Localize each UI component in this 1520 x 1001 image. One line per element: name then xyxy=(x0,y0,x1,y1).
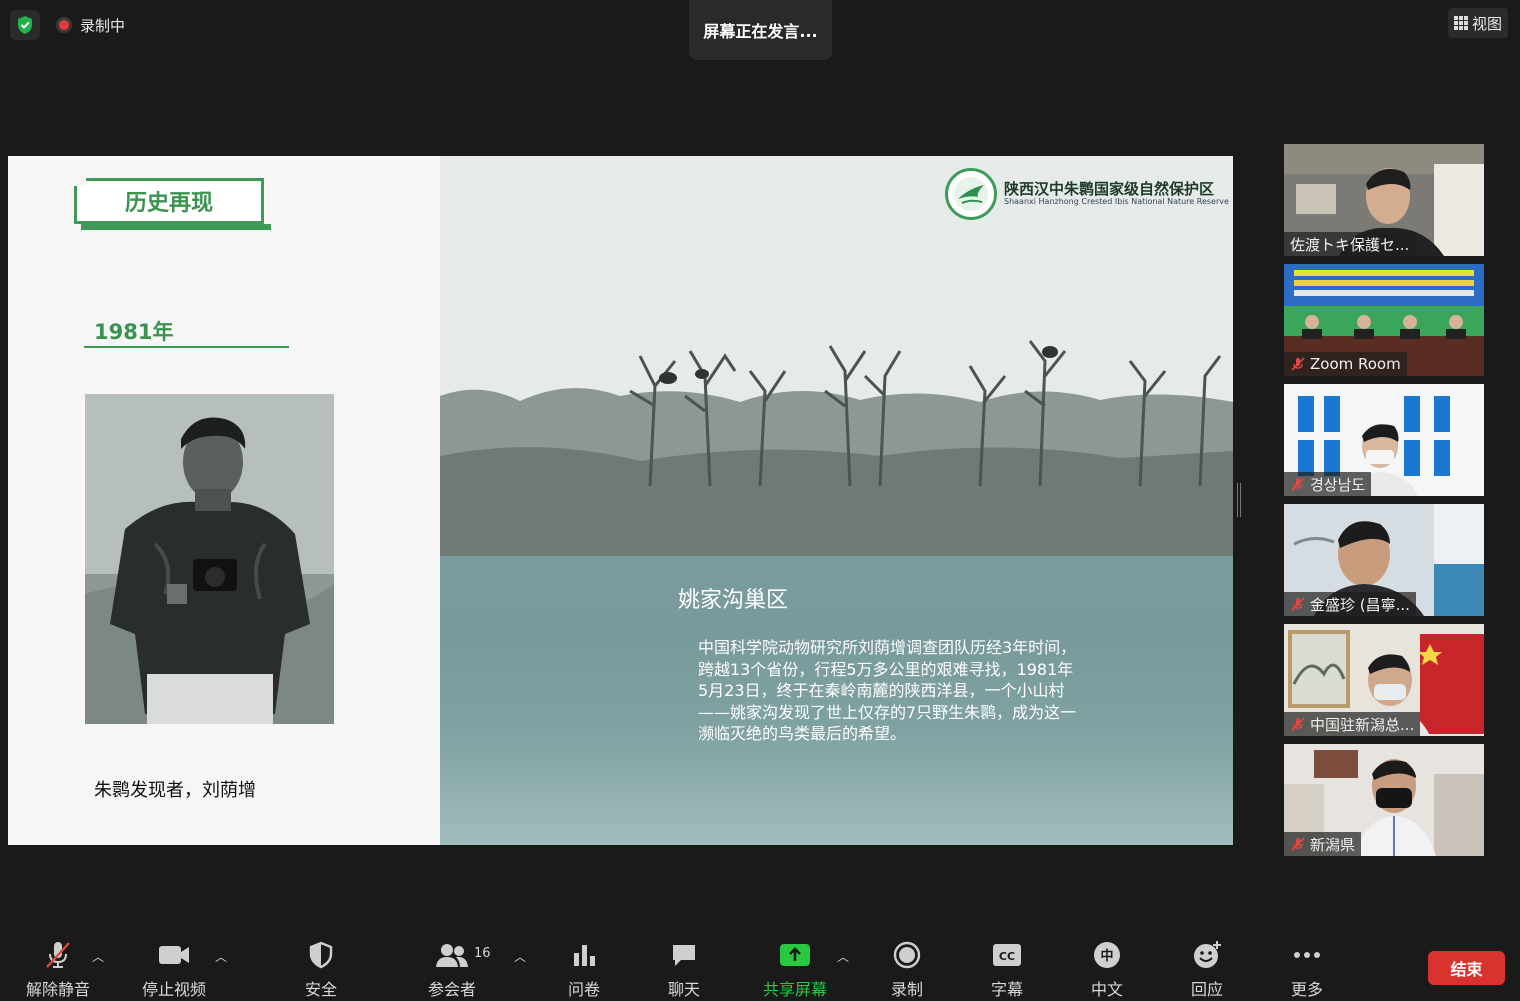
participants-button[interactable]: 参会者 xyxy=(428,940,476,1000)
shared-screen: 历史再现 1981年 朱鹮发现者，刘荫增 陕西汉中朱鹮国家级自然保护区 Shaa… xyxy=(8,156,1233,845)
security-button[interactable]: 安全 xyxy=(305,940,337,1000)
mic-muted-icon xyxy=(1291,597,1305,611)
microphone-muted-icon xyxy=(46,942,70,968)
participant-name: 金盛珍 (昌寧... xyxy=(1310,595,1410,614)
mic-muted-icon xyxy=(1291,837,1305,851)
stop-video-label: 停止视频 xyxy=(142,980,207,999)
captions-label: 字幕 xyxy=(991,980,1024,999)
chat-label: 聊天 xyxy=(668,980,701,999)
participant-tile[interactable]: 中国驻新潟总... xyxy=(1284,624,1484,736)
participant-tile[interactable]: 佐渡トキ保護セ... xyxy=(1284,144,1484,256)
share-options-chevron-icon[interactable]: ︿ xyxy=(837,948,849,965)
more-dots-icon xyxy=(1294,952,1320,958)
participant-name: 佐渡トキ保護セ... xyxy=(1290,235,1410,254)
participants-options-chevron-icon[interactable]: ︿ xyxy=(514,948,526,965)
security-shield-icon[interactable] xyxy=(10,10,40,40)
mic-muted-icon xyxy=(1291,357,1305,371)
portrait-photo xyxy=(85,394,334,724)
reserve-name-cn: 陕西汉中朱鹮国家级自然保护区 xyxy=(1004,180,1215,198)
language-glyph: 中 xyxy=(1100,948,1113,964)
participant-tile[interactable]: 金盛珍 (昌寧... xyxy=(1284,504,1484,616)
participant-label: Zoom Room xyxy=(1284,352,1407,376)
area-title: 姚家沟巢区 xyxy=(678,588,789,613)
participant-name: 경상남도 xyxy=(1310,475,1366,494)
share-screen-button[interactable]: 共享屏幕 xyxy=(763,940,827,1000)
meeting-toolbar: 解除静音 ︿ 停止视频 ︿ 安全 参会者 16 ︿ 问卷 聊天 共享屏幕 ︿ 录… xyxy=(0,930,1520,1001)
bar-chart-icon xyxy=(574,945,595,966)
unmute-label: 解除静音 xyxy=(26,980,91,999)
participant-tile[interactable]: 新潟県 xyxy=(1284,744,1484,856)
participant-count-badge: 16 xyxy=(474,946,491,961)
reserve-name-en: Shaanxi Hanzhong Crested Ibis National N… xyxy=(1004,197,1229,206)
participant-name: Zoom Room xyxy=(1310,355,1401,373)
participant-tile[interactable]: 경상남도 xyxy=(1284,384,1484,496)
closed-captions-icon: CC xyxy=(993,944,1021,966)
view-label: 视图 xyxy=(1471,14,1502,33)
recording-label: 录制中 xyxy=(80,16,126,35)
chat-button[interactable]: 聊天 xyxy=(668,940,700,1000)
unmute-button[interactable]: 解除静音 xyxy=(26,940,90,1000)
recording-indicator[interactable]: 录制中 xyxy=(56,14,125,36)
mic-muted-icon xyxy=(1291,477,1305,491)
participant-tile[interactable]: Zoom Room xyxy=(1284,264,1484,376)
audio-options-chevron-icon[interactable]: ︿ xyxy=(92,948,104,965)
reactions-label: 回应 xyxy=(1191,980,1224,999)
slide-photo-panel: 陕西汉中朱鹮国家级自然保护区 Shaanxi Hanzhong Crested … xyxy=(440,156,1233,845)
more-button[interactable]: 更多 xyxy=(1291,940,1323,1000)
recording-dot-icon xyxy=(56,17,72,33)
participant-label: 경상남도 xyxy=(1284,472,1372,496)
language-label: 中文 xyxy=(1091,980,1124,999)
polls-label: 问卷 xyxy=(568,980,601,999)
section-title-box: 历史再现 xyxy=(74,178,271,230)
mic-muted-icon xyxy=(1291,717,1305,731)
language-button[interactable]: 中 中文 xyxy=(1091,940,1123,1000)
language-globe-icon: 中 xyxy=(1094,942,1120,968)
video-camera-icon xyxy=(159,946,189,964)
participant-label: 新潟県 xyxy=(1284,832,1362,856)
participant-name: 中国驻新潟总... xyxy=(1310,715,1415,734)
record-label: 录制 xyxy=(891,980,924,999)
reactions-button[interactable]: 回应 xyxy=(1191,940,1223,1000)
share-screen-icon xyxy=(780,944,810,966)
more-label: 更多 xyxy=(1291,980,1324,999)
record-icon xyxy=(893,941,921,969)
end-meeting-button[interactable]: 结束 xyxy=(1428,951,1505,985)
top-bar: 录制中 屏幕正在发言... 视图 xyxy=(0,0,1520,60)
share-screen-label: 共享屏幕 xyxy=(763,980,828,999)
smiley-plus-icon xyxy=(1194,941,1221,968)
participant-label: 金盛珍 (昌寧... xyxy=(1284,592,1416,616)
panel-resize-handle[interactable] xyxy=(1237,483,1241,517)
year-underline xyxy=(84,346,289,348)
polls-button[interactable]: 问卷 xyxy=(568,940,600,1000)
area-description: 中国科学院动物研究所刘荫增调查团队历经3年时间，跨越13个省份，行程5万多公里的… xyxy=(698,638,1077,743)
participants-icon xyxy=(436,944,468,967)
reserve-logo-icon xyxy=(945,168,997,220)
grid-view-icon xyxy=(1453,16,1468,30)
slide-left-panel: 历史再现 1981年 朱鹮发现者，刘荫增 xyxy=(8,156,440,845)
participant-label: 佐渡トキ保護セ... xyxy=(1284,232,1416,256)
section-title: 历史再现 xyxy=(124,191,213,216)
security-shield-icon xyxy=(309,941,333,969)
cc-text: CC xyxy=(999,950,1015,963)
stop-video-button[interactable]: 停止视频 xyxy=(142,940,206,1000)
participants-label: 参会者 xyxy=(428,980,477,999)
chat-bubble-icon xyxy=(673,945,695,966)
record-button[interactable]: 录制 xyxy=(891,940,923,1000)
speaking-indicator: 屏幕正在发言... xyxy=(689,0,832,60)
participant-name: 新潟県 xyxy=(1310,835,1356,854)
captions-button[interactable]: CC 字幕 xyxy=(991,940,1023,1000)
view-button[interactable]: 视图 xyxy=(1448,8,1508,38)
security-label: 安全 xyxy=(305,980,338,999)
participant-label: 中国驻新潟总... xyxy=(1284,712,1421,736)
portrait-caption: 朱鹮发现者，刘荫增 xyxy=(94,780,256,801)
video-options-chevron-icon[interactable]: ︿ xyxy=(215,948,227,965)
year-heading: 1981年 xyxy=(94,320,174,344)
